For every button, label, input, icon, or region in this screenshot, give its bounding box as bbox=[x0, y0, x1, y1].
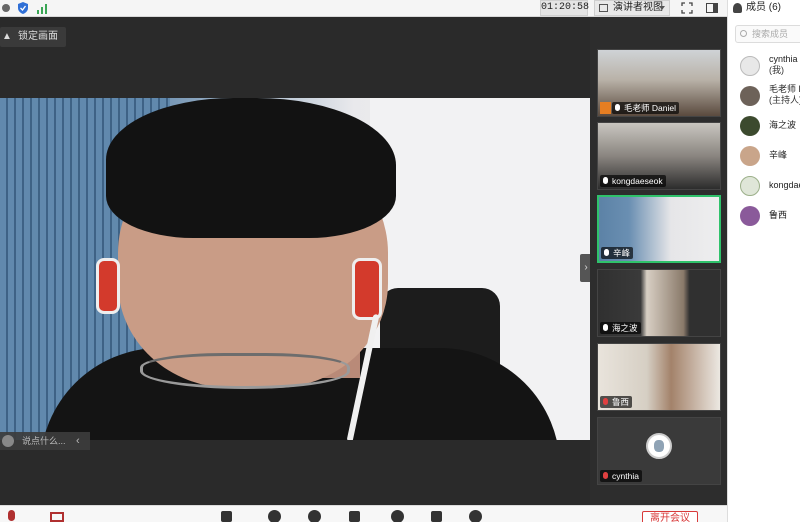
record-icon[interactable] bbox=[389, 510, 405, 522]
mic-muted-icon bbox=[603, 472, 608, 479]
avatar bbox=[740, 176, 760, 196]
view-mode-label: 演讲者视图 bbox=[613, 2, 663, 13]
thumbnail-name: 辛峰 bbox=[601, 247, 634, 259]
speaker-glasses bbox=[140, 353, 350, 389]
headphone-left bbox=[96, 258, 120, 314]
member-item[interactable]: 鲁西 bbox=[740, 204, 800, 228]
chat-icon[interactable] bbox=[346, 510, 362, 522]
members-title: 成员 (6) bbox=[746, 2, 781, 13]
avatar bbox=[740, 56, 760, 76]
speaker-hair bbox=[106, 98, 396, 238]
thumbnail-tile[interactable]: 海之波 bbox=[597, 269, 721, 337]
share-screen-icon[interactable] bbox=[218, 510, 234, 522]
pin-label: 锁定画面 bbox=[18, 31, 58, 42]
member-item[interactable]: 辛峰 bbox=[740, 144, 800, 168]
chat-input-bar[interactable]: 说点什么... ‹ bbox=[0, 432, 90, 450]
avatar bbox=[646, 433, 672, 459]
search-icon bbox=[740, 30, 747, 37]
thumbnail-tile[interactable]: 鲁西 bbox=[597, 343, 721, 411]
avatar bbox=[740, 86, 760, 106]
avatar bbox=[740, 146, 760, 166]
info-icon[interactable] bbox=[2, 1, 16, 15]
mic-muted-icon bbox=[603, 398, 608, 405]
mic-icon bbox=[604, 249, 609, 256]
mic-icon bbox=[603, 177, 608, 184]
camera-off-icon[interactable] bbox=[50, 510, 66, 522]
member-name: kongdae bbox=[769, 180, 800, 190]
member-search-input[interactable]: 搜索成员 bbox=[735, 25, 800, 43]
avatar bbox=[740, 206, 760, 226]
member-item[interactable]: 海之波 bbox=[740, 114, 800, 138]
chevron-down-icon bbox=[659, 6, 665, 10]
participant-thumbnails: 毛老师 Daniel kongdaeseok 辛峰 海之波 鲁西 cynthia bbox=[590, 17, 727, 505]
member-search-placeholder: 搜索成员 bbox=[752, 29, 789, 39]
pin-video-button[interactable]: ▲ 锁定画面 bbox=[0, 27, 66, 47]
member-item[interactable]: 毛老师 D (主持人) bbox=[740, 84, 800, 108]
member-name: 毛老师 D bbox=[769, 84, 800, 94]
mic-muted-icon[interactable] bbox=[4, 510, 20, 522]
fullscreen-icon[interactable] bbox=[680, 1, 694, 15]
person-icon bbox=[733, 3, 742, 13]
members-panel: 成员 (6) 搜索成员 cynthia (我) 毛老师 D (主持人) 海之波 … bbox=[727, 0, 800, 522]
thumbnail-tile[interactable]: kongdaeseok bbox=[597, 122, 721, 190]
member-name: 海之波 bbox=[769, 120, 797, 130]
shield-icon[interactable] bbox=[16, 1, 30, 15]
meeting-timer: 01:20:58 bbox=[540, 0, 589, 16]
mic-icon bbox=[615, 104, 620, 111]
thumbnail-name: kongdaeseok bbox=[600, 175, 666, 187]
member-name: 鲁西 bbox=[769, 210, 788, 220]
thumbnail-name: 鲁西 bbox=[600, 396, 633, 408]
emoji-icon[interactable] bbox=[2, 435, 14, 447]
grid-icon bbox=[599, 4, 608, 12]
chat-placeholder[interactable]: 说点什么... bbox=[22, 432, 66, 450]
settings-icon[interactable] bbox=[467, 510, 483, 522]
thumbnail-name-text: cynthia bbox=[612, 471, 639, 481]
meeting-window: 01:20:58 演讲者视图 ▲ 锁定画面 说点什么... ‹ › 毛老师 Da… bbox=[0, 0, 800, 522]
view-mode-dropdown[interactable]: 演讲者视图 bbox=[594, 0, 670, 16]
speaker-video[interactable] bbox=[0, 98, 590, 440]
sidebar-toggle-icon[interactable] bbox=[705, 1, 719, 15]
thumbnail-name-text: 海之波 bbox=[612, 323, 638, 333]
member-name: cynthia bbox=[769, 54, 798, 64]
headphone-right bbox=[352, 258, 382, 320]
thumbnail-tile-active[interactable]: 辛峰 bbox=[597, 195, 721, 263]
thumbnail-tile[interactable]: 毛老师 Daniel bbox=[597, 49, 721, 117]
member-role: (主持人) bbox=[769, 95, 800, 105]
signal-icon[interactable] bbox=[36, 1, 50, 15]
thumbnail-name-text: 辛峰 bbox=[613, 248, 631, 258]
avatar bbox=[740, 116, 760, 136]
host-icon bbox=[600, 102, 611, 114]
mic-icon bbox=[603, 324, 608, 331]
members-header: 成员 (6) bbox=[728, 0, 800, 17]
invite-icon[interactable] bbox=[266, 510, 282, 522]
member-item[interactable]: kongdae bbox=[740, 174, 800, 198]
thumbnail-name: 毛老师 Daniel bbox=[612, 102, 679, 114]
thumbnail-name: 海之波 bbox=[600, 322, 641, 334]
leave-meeting-button[interactable]: 离开会议 bbox=[642, 511, 698, 522]
pin-icon: ▲ bbox=[2, 31, 12, 42]
thumbnail-name-text: 鲁西 bbox=[612, 397, 630, 407]
participants-icon[interactable] bbox=[306, 510, 322, 522]
member-role: (我) bbox=[769, 65, 784, 75]
thumbnail-name: cynthia bbox=[600, 470, 642, 482]
member-name: 辛峰 bbox=[769, 150, 788, 160]
thumbnail-tile[interactable]: cynthia bbox=[597, 417, 721, 485]
main-stage: ▲ 锁定画面 说点什么... ‹ › bbox=[0, 17, 592, 505]
member-item[interactable]: cynthia (我) bbox=[740, 54, 800, 78]
chevron-left-icon[interactable]: ‹ bbox=[76, 432, 80, 450]
thumbnail-name-text: kongdaeseok bbox=[612, 176, 663, 186]
apps-icon[interactable] bbox=[428, 510, 444, 522]
bottom-toolbar: 离开会议 bbox=[0, 505, 727, 522]
top-bar: 01:20:58 演讲者视图 bbox=[0, 0, 727, 17]
thumbnail-name-text: 毛老师 Daniel bbox=[624, 103, 676, 113]
